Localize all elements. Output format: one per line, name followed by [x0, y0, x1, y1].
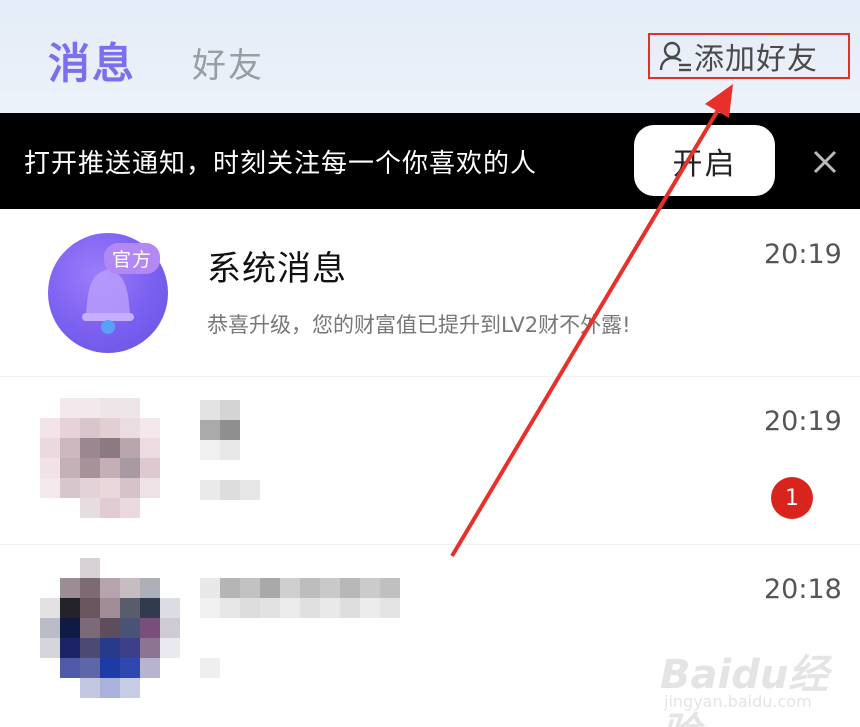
tab-friends[interactable]: 好友: [192, 38, 264, 87]
add-friend-button[interactable]: 添加好友: [648, 33, 850, 79]
close-icon[interactable]: [810, 147, 840, 177]
conversation-time: 20:19: [764, 406, 842, 437]
avatar: [40, 398, 180, 538]
enable-notifications-button[interactable]: 开启: [634, 125, 775, 196]
watermark-url: jingyan.baidu.com: [664, 692, 812, 711]
top-header: 消息 好友 添加好友: [0, 0, 860, 113]
unread-count-badge: 1: [771, 477, 813, 519]
conversation-item-system[interactable]: 官方 系统消息 恭喜升级，您的财富值已提升到LV2财不外露! 20:19: [0, 209, 860, 377]
tab-messages[interactable]: 消息: [48, 30, 136, 91]
conversation-preview: 恭喜升级，您的财富值已提升到LV2财不外露!: [207, 313, 631, 337]
conversation-item[interactable]: 20:19 1: [0, 378, 860, 545]
watermark-logo: Baidu经验 jingyan.baidu.com: [660, 634, 850, 727]
conversation-time: 20:19: [764, 239, 842, 270]
watermark-text: Baidu经验: [660, 652, 829, 727]
avatar: 官方: [48, 233, 168, 353]
add-user-icon: [659, 41, 691, 72]
add-friend-label: 添加好友: [694, 42, 818, 77]
conversation-title: 系统消息: [207, 249, 347, 289]
push-notice-text: 打开推送通知，时刻关注每一个你喜欢的人: [24, 149, 538, 179]
avatar: [40, 558, 180, 708]
conversation-time: 20:18: [764, 574, 842, 605]
official-badge: 官方: [104, 243, 161, 274]
